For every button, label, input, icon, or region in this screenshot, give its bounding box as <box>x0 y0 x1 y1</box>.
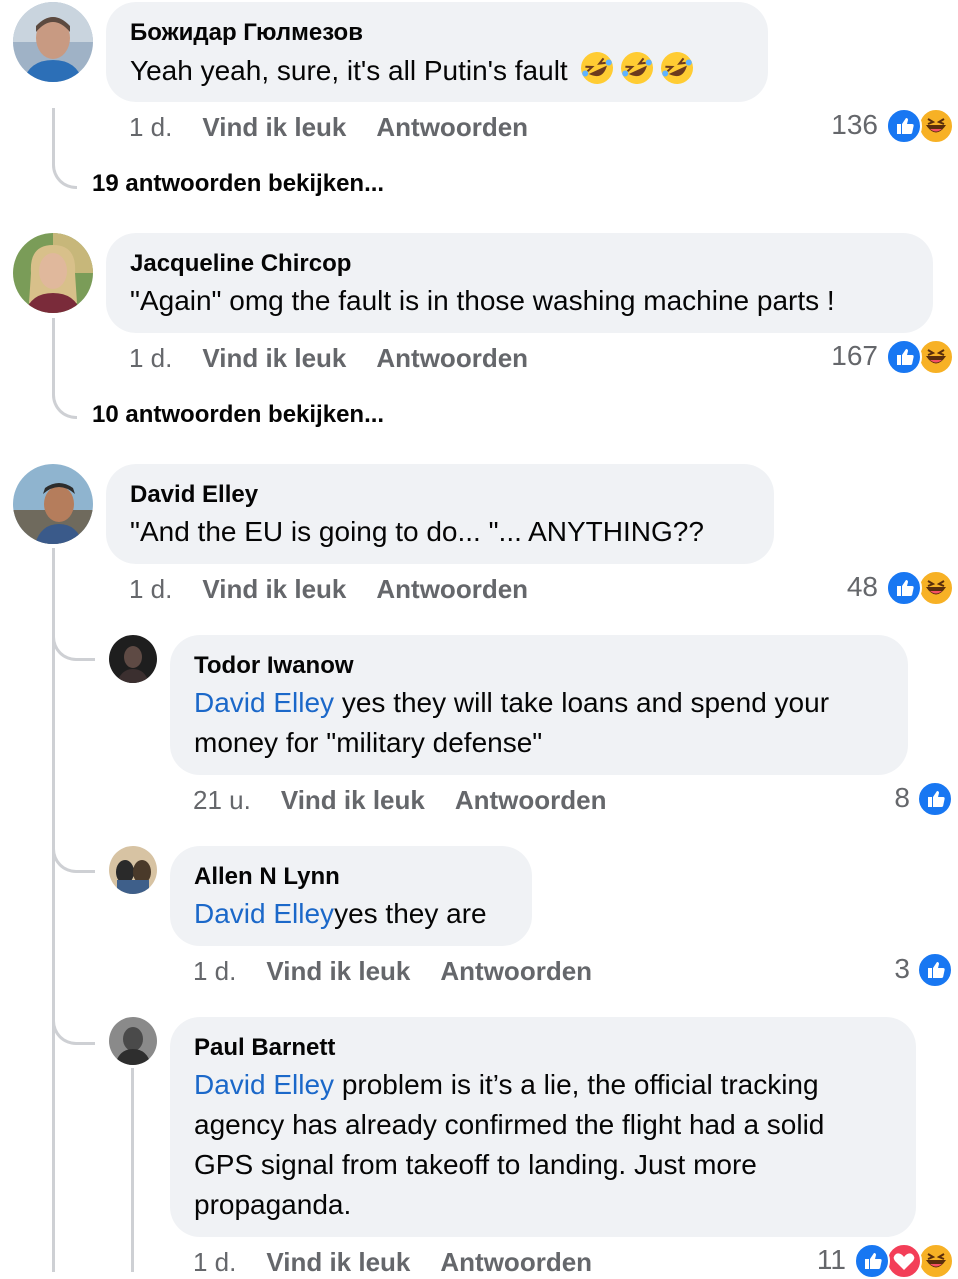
timestamp[interactable]: 1 d. <box>193 1247 236 1277</box>
view-replies-link[interactable]: 10 antwoorden bekijken... <box>92 401 384 429</box>
rolling-laughing-emoji <box>579 50 615 86</box>
thread-curve <box>52 380 77 419</box>
comment-text: "And the EU is going to do... "... ANYTH… <box>130 516 704 547</box>
reaction-count[interactable]: 8 <box>860 782 910 814</box>
thread-line <box>52 318 55 388</box>
reply-bubble: Todor Iwanow David Elley yes they will t… <box>170 635 908 775</box>
like-reaction-icon[interactable] <box>886 339 922 375</box>
thread-line <box>131 1068 134 1272</box>
reply-actions: 1 d. Vind ik leuk Antwoorden <box>193 956 622 987</box>
reply-text: David Elley yes they will take loans and… <box>194 687 830 718</box>
thread-line <box>52 548 55 1272</box>
avatar[interactable] <box>109 1017 157 1065</box>
timestamp[interactable]: 1 d. <box>129 343 172 373</box>
timestamp[interactable]: 1 d. <box>129 112 172 142</box>
thread-curve <box>52 150 77 189</box>
haha-reaction-icon[interactable] <box>918 570 954 606</box>
avatar[interactable] <box>13 233 93 313</box>
reaction-count[interactable]: 167 <box>800 340 878 372</box>
reply-bubble: Paul Barnett David Elley problem is it’s… <box>170 1017 916 1237</box>
reply-action[interactable]: Antwoorden <box>376 574 528 604</box>
reaction-count[interactable]: 136 <box>800 109 878 141</box>
mention-link[interactable]: David Elley <box>194 1069 334 1100</box>
like-reaction-icon[interactable] <box>886 108 922 144</box>
like-action[interactable]: Vind ik leuk <box>266 1247 410 1277</box>
timestamp[interactable]: 1 d. <box>129 574 172 604</box>
reply-text: agency has already confirmed the flight … <box>194 1109 825 1140</box>
like-action[interactable]: Vind ik leuk <box>281 785 425 815</box>
reply-text: propaganda. <box>194 1189 352 1220</box>
mention-link[interactable]: David Elley <box>194 898 334 929</box>
thread-curve <box>52 834 95 873</box>
timestamp[interactable]: 1 d. <box>193 956 236 986</box>
like-action[interactable]: Vind ik leuk <box>202 574 346 604</box>
reply-text: David Elleyyes they are <box>194 898 487 929</box>
reply-author[interactable]: Allen N Lynn <box>194 860 508 894</box>
rolling-laughing-emoji <box>619 50 655 86</box>
reply-bubble: Allen N Lynn David Elleyyes they are <box>170 846 532 946</box>
like-reaction-icon[interactable] <box>917 781 953 817</box>
reply-author[interactable]: Paul Barnett <box>194 1031 892 1065</box>
view-replies-link[interactable]: 19 antwoorden bekijken... <box>92 170 384 198</box>
comment-actions: 1 d. Vind ik leuk Antwoorden <box>129 574 558 605</box>
reply-action[interactable]: Antwoorden <box>376 343 528 373</box>
haha-reaction-icon[interactable] <box>918 339 954 375</box>
like-reaction-icon[interactable] <box>917 952 953 988</box>
comment-bubble: Божидар Гюлмезов Yeah yeah, sure, it's a… <box>106 2 768 102</box>
reply-action[interactable]: Antwoorden <box>376 112 528 142</box>
comment-actions: 1 d. Vind ik leuk Antwoorden <box>129 112 558 143</box>
like-reaction-icon[interactable] <box>886 570 922 606</box>
avatar[interactable] <box>109 846 157 894</box>
reply-text: David Elley problem is it’s a lie, the o… <box>194 1069 819 1100</box>
comment-bubble: Jacqueline Chircop "Again" omg the fault… <box>106 233 933 333</box>
like-reaction-icon[interactable] <box>854 1243 890 1279</box>
like-action[interactable]: Vind ik leuk <box>202 112 346 142</box>
comment-actions: 1 d. Vind ik leuk Antwoorden <box>129 343 558 374</box>
comment-author[interactable]: David Elley <box>130 478 750 512</box>
comment-text: Yeah yeah, sure, it's all Putin's fault <box>130 50 744 91</box>
comment-bubble: David Elley "And the EU is going to do..… <box>106 464 774 564</box>
thread-curve <box>52 1006 95 1045</box>
avatar[interactable] <box>13 2 93 82</box>
reply-author[interactable]: Todor Iwanow <box>194 649 884 683</box>
love-reaction-icon[interactable] <box>886 1243 922 1279</box>
reply-actions: 1 d. Vind ik leuk Antwoorden <box>193 1247 622 1278</box>
comment-author[interactable]: Божидар Гюлмезов <box>130 16 744 50</box>
rolling-laughing-emoji <box>659 50 695 86</box>
reply-action[interactable]: Antwoorden <box>455 785 607 815</box>
reply-text: money for "military defense" <box>194 727 543 758</box>
reply-action[interactable]: Antwoorden <box>440 1247 592 1277</box>
thread-curve <box>52 622 95 661</box>
reaction-count[interactable]: 3 <box>860 953 910 985</box>
avatar[interactable] <box>109 635 157 683</box>
reaction-count[interactable]: 11 <box>790 1244 846 1276</box>
haha-reaction-icon[interactable] <box>918 108 954 144</box>
haha-reaction-icon[interactable] <box>918 1243 954 1279</box>
comment-author[interactable]: Jacqueline Chircop <box>130 247 909 281</box>
like-action[interactable]: Vind ik leuk <box>266 956 410 986</box>
mention-link[interactable]: David Elley <box>194 687 334 718</box>
avatar[interactable] <box>13 464 93 544</box>
timestamp[interactable]: 21 u. <box>193 785 251 815</box>
reply-actions: 21 u. Vind ik leuk Antwoorden <box>193 785 637 816</box>
reply-text: GPS signal from takeoff to landing. Just… <box>194 1149 757 1180</box>
reply-action[interactable]: Antwoorden <box>440 956 592 986</box>
reaction-count[interactable]: 48 <box>800 571 878 603</box>
comment-text: "Again" omg the fault is in those washin… <box>130 285 835 316</box>
like-action[interactable]: Vind ik leuk <box>202 343 346 373</box>
